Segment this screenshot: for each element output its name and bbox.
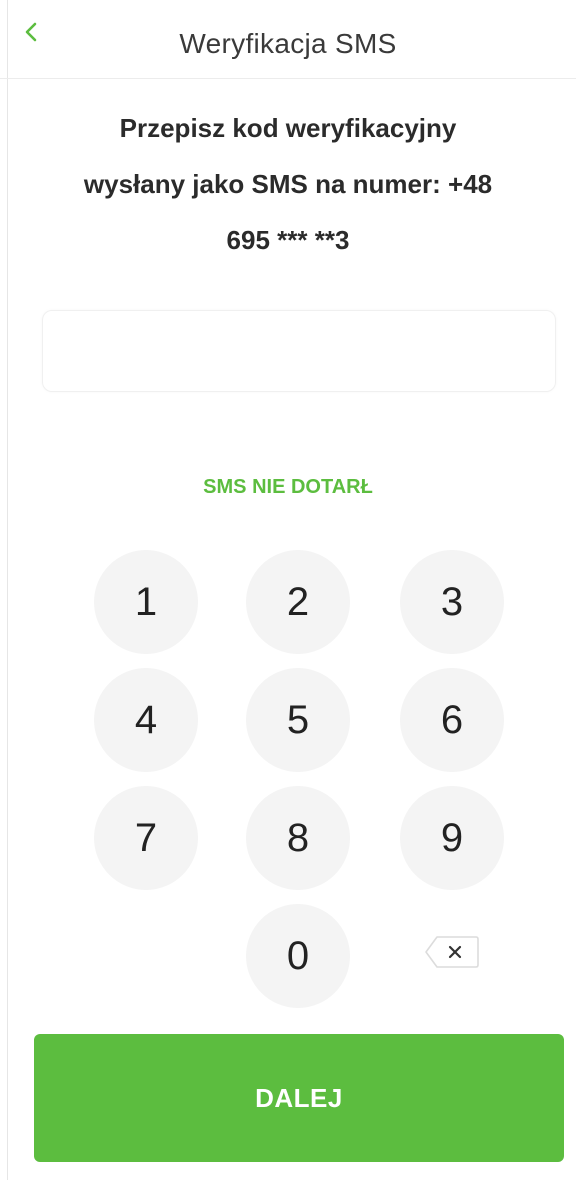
keypad-key-4[interactable]: 4	[94, 668, 198, 772]
sms-not-received-link[interactable]: SMS NIE DOTARŁ	[0, 476, 576, 499]
instruction-text: Przepisz kod weryfikacyjny wysłany jako …	[20, 100, 556, 268]
app-header: Weryfikacja SMS	[0, 0, 576, 79]
next-button[interactable]: DALEJ	[34, 1034, 564, 1162]
keypad-key-2[interactable]: 2	[246, 550, 350, 654]
keypad-key-3[interactable]: 3	[400, 550, 504, 654]
backspace-button[interactable]	[422, 934, 482, 974]
backspace-icon	[423, 933, 481, 976]
keypad-key-6[interactable]: 6	[400, 668, 504, 772]
keypad-key-9[interactable]: 9	[400, 786, 504, 890]
instruction-line-1: Przepisz kod weryfikacyjny	[119, 113, 457, 143]
keypad-key-8[interactable]: 8	[246, 786, 350, 890]
page-title: Weryfikacja SMS	[179, 28, 397, 59]
keypad-key-0[interactable]: 0	[246, 904, 350, 1008]
screen-edge-divider	[7, 0, 8, 1180]
instruction-line-3: 695 *** **3	[226, 225, 350, 255]
verification-code-field[interactable]	[42, 310, 559, 393]
keypad-key-1[interactable]: 1	[94, 550, 198, 654]
keypad-key-5[interactable]: 5	[246, 668, 350, 772]
verification-code-input[interactable]	[43, 311, 559, 393]
instruction-line-2: wysłany jako SMS na numer: +48	[83, 169, 493, 199]
keypad-key-7[interactable]: 7	[94, 786, 198, 890]
